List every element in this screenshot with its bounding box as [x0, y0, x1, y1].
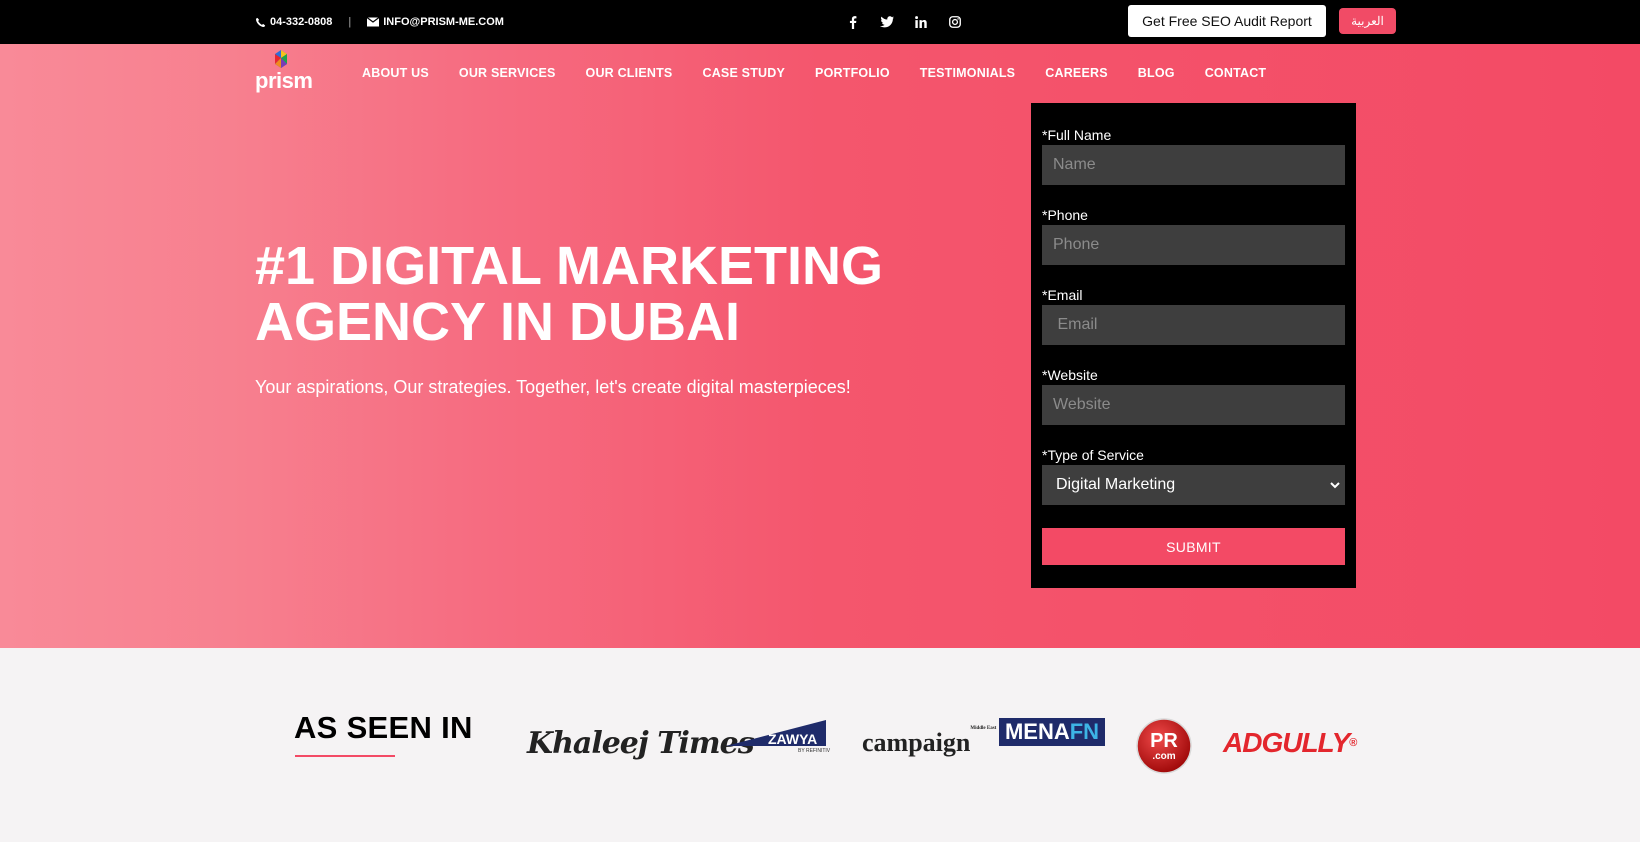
logo-wordmark: prism	[255, 68, 313, 93]
zawya-text: ZAWYA	[768, 731, 817, 747]
zawya-logo: ZAWYA BY REFINITIV	[726, 718, 832, 754]
main-nav: ABOUT US OUR SERVICES OUR CLIENTS CASE S…	[362, 66, 1266, 80]
phone-number: 04-332-0808	[270, 16, 333, 28]
arabic-language-button[interactable]: العربية	[1339, 8, 1396, 34]
adgully-registered-mark: ®	[1349, 737, 1357, 749]
contact-info: 04-332-0808 | INFO@PRISM-ME.COM	[255, 0, 504, 44]
chevron-down-icon	[1330, 482, 1340, 489]
contact-separator: |	[348, 16, 352, 28]
campaign-logo: campaign Middle East	[862, 718, 996, 768]
pr-dotcom-text: .com	[1152, 751, 1175, 762]
campaign-subtext: Middle East	[970, 726, 997, 731]
full-name-input[interactable]	[1042, 145, 1345, 185]
nav-testimonials[interactable]: TESTIMONIALS	[920, 66, 1015, 80]
instagram-icon[interactable]	[946, 13, 964, 31]
nav-contact[interactable]: CONTACT	[1205, 66, 1267, 80]
menafn-logo: MENA FN	[999, 718, 1105, 746]
menafn-text-a: MENA	[1004, 719, 1070, 744]
nav-case-study[interactable]: CASE STUDY	[702, 66, 785, 80]
seo-audit-button[interactable]: Get Free SEO Audit Report	[1128, 5, 1326, 37]
headline-line-1: #1 DIGITAL MARKETING	[255, 236, 884, 296]
email-group: *Email	[1042, 287, 1345, 345]
as-seen-in-section: AS SEEN IN Khaleej Times ZAWYA BY REFINI…	[0, 648, 1640, 842]
zawya-subtext: BY REFINITIV	[798, 748, 831, 754]
nav-portfolio[interactable]: PORTFOLIO	[815, 66, 890, 80]
menafn-text-b: FN	[1069, 719, 1100, 744]
pr-com-logo: PR .com	[1136, 718, 1192, 774]
nav-about-us[interactable]: ABOUT US	[362, 66, 429, 80]
email-label: *Email	[1042, 287, 1083, 303]
twitter-icon[interactable]	[878, 13, 896, 31]
hero-subline: Your aspirations, Our strategies. Togeth…	[255, 377, 851, 397]
phone-input[interactable]	[1042, 225, 1345, 265]
adgully-text: ADGULLY	[1223, 727, 1350, 758]
nav-blog[interactable]: BLOG	[1138, 66, 1175, 80]
nav-careers[interactable]: CAREERS	[1045, 66, 1108, 80]
lead-form: *Full Name *Phone *Email *Website *Type …	[1031, 103, 1356, 588]
phone-link[interactable]: 04-332-0808	[255, 16, 332, 28]
envelope-icon	[367, 17, 380, 27]
headline-line-2: AGENCY IN DUBAI	[255, 292, 741, 352]
prism-logo[interactable]: prism	[255, 50, 317, 94]
service-selected-value: Digital Marketing	[1056, 476, 1176, 493]
pr-text: PR	[1150, 730, 1178, 752]
website-group: *Website	[1042, 367, 1345, 425]
hero-headline: #1 DIGITAL MARKETING AGENCY IN DUBAI	[255, 238, 955, 350]
website-input[interactable]	[1042, 385, 1345, 425]
as-seen-in-title: AS SEEN IN	[294, 710, 473, 745]
top-bar: 04-332-0808 | INFO@PRISM-ME.COM Get Free…	[0, 0, 1640, 44]
nav-our-services[interactable]: OUR SERVICES	[459, 66, 556, 80]
adgully-logo: ADGULLY ®	[1223, 718, 1357, 768]
service-label: *Type of Service	[1042, 447, 1144, 463]
email-link[interactable]: INFO@PRISM-ME.COM	[367, 16, 504, 28]
social-links	[844, 0, 964, 44]
nav-our-clients[interactable]: OUR CLIENTS	[586, 66, 673, 80]
email-address: INFO@PRISM-ME.COM	[383, 16, 504, 28]
facebook-icon[interactable]	[844, 13, 862, 31]
title-underline	[295, 755, 395, 757]
submit-button[interactable]: SUBMIT	[1042, 528, 1345, 565]
hero-section: prism ABOUT US OUR SERVICES OUR CLIENTS …	[0, 44, 1640, 648]
phone-label: *Phone	[1042, 207, 1088, 223]
email-input[interactable]	[1042, 305, 1345, 345]
phone-group: *Phone	[1042, 207, 1345, 265]
full-name-group: *Full Name	[1042, 127, 1345, 185]
service-select[interactable]: Digital Marketing	[1042, 465, 1345, 505]
website-label: *Website	[1042, 367, 1098, 383]
linkedin-icon[interactable]	[912, 13, 930, 31]
full-name-label: *Full Name	[1042, 127, 1112, 143]
service-group: *Type of Service Digital Marketing	[1042, 447, 1345, 505]
khaleej-times-logo: Khaleej Times	[527, 725, 755, 761]
campaign-text: campaign	[862, 728, 971, 757]
phone-icon	[255, 17, 266, 27]
